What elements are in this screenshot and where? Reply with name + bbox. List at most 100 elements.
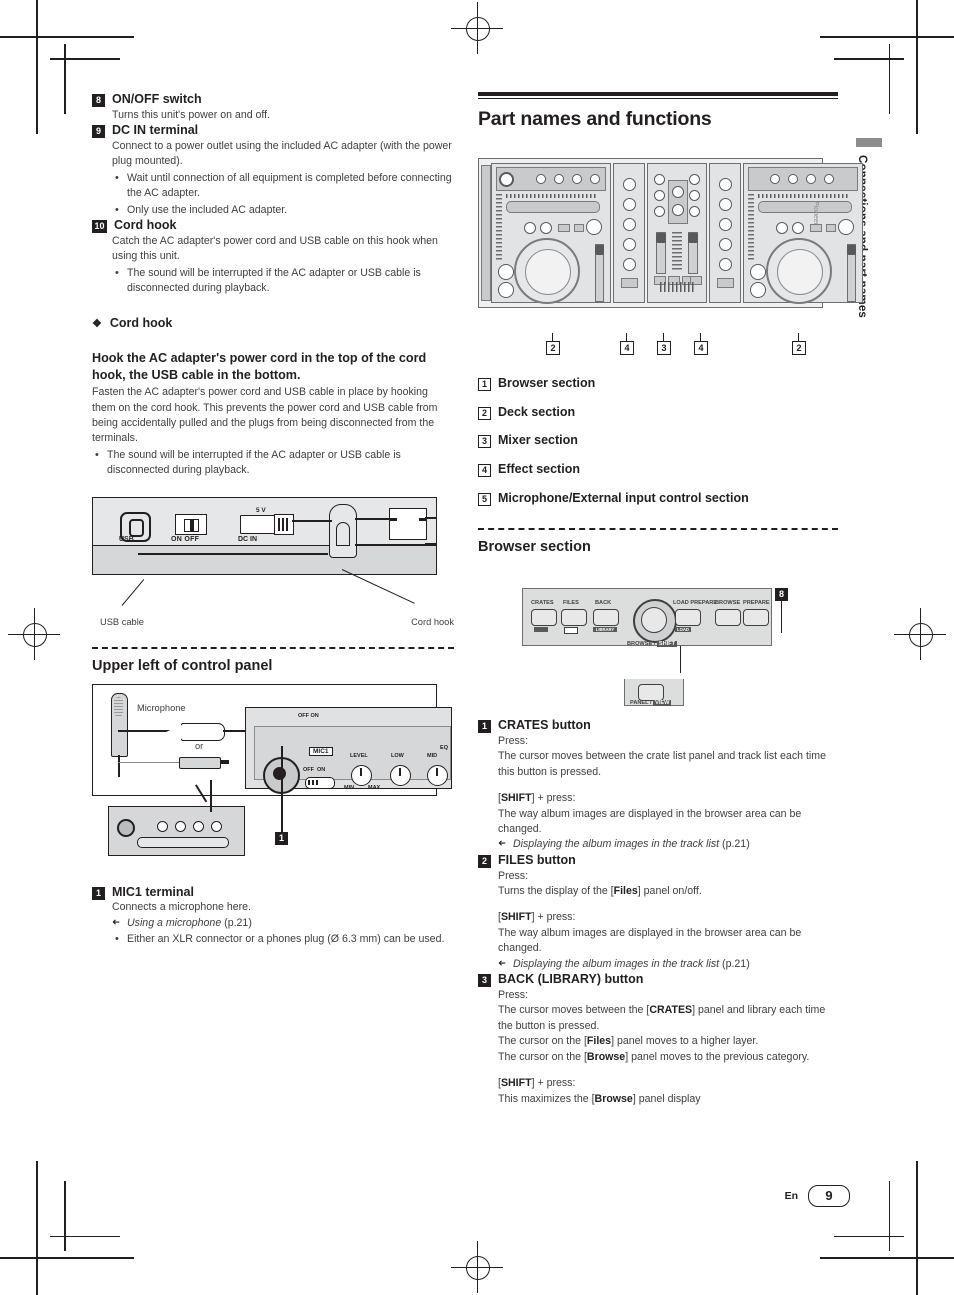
section-badge: 5: [478, 492, 491, 506]
mixer-knob: [654, 206, 665, 217]
unit-overview-diagram: 5 1 5: [478, 158, 863, 355]
crop-mark-tr-v: [916, 0, 918, 134]
shift-label: [SHIFT] + press:: [498, 1077, 576, 1090]
files-button[interactable]: [561, 609, 587, 627]
effect-button: [621, 278, 638, 288]
callout-leader-v: [781, 601, 783, 634]
registration-mark-bottom: [451, 1241, 503, 1293]
registration-mark-right: [894, 608, 946, 660]
power-cord-line: [292, 519, 332, 522]
back-button[interactable]: [593, 609, 619, 627]
cross-reference: Using a microphone (p.21): [112, 916, 454, 931]
section-label: Effect section: [498, 461, 580, 476]
shift-label: [SHIFT] + press:: [498, 792, 576, 805]
tempo-fader-left: [595, 244, 604, 302]
browser-button-descriptions: 1 CRATES button Press: The cursor moves …: [478, 718, 838, 1107]
xlr-connector-icon: [166, 722, 225, 741]
cross-reference: Displaying the album images in the track…: [498, 837, 838, 852]
crossfader: [660, 282, 694, 292]
button-desc-crates: 1 CRATES button Press: The cursor moves …: [478, 718, 838, 853]
page-footer: En 9: [0, 1185, 954, 1207]
item-title: MIC1 terminal: [112, 884, 194, 899]
off-on-switch-label: OFF ON: [298, 712, 319, 719]
dc-strain-relief: [274, 513, 294, 535]
usb-label: USB: [119, 535, 134, 543]
item-title: BACK (LIBRARY) button: [498, 972, 644, 987]
cue-button: [750, 282, 766, 298]
crop-mark-tl-v2: [64, 44, 66, 114]
mic-connection-illustration: Microphone or OFF ON MIC1 OFF ON LEVEL M…: [92, 683, 452, 796]
callout-leader-v: [210, 779, 212, 812]
files-sub-indicator: [564, 627, 578, 635]
knob: [776, 222, 788, 234]
deck-section-left: [491, 163, 611, 304]
knob: [572, 174, 582, 184]
section-label: Mixer section: [498, 433, 578, 448]
mini-jack-icon: [117, 818, 135, 837]
knob: [524, 222, 536, 234]
microphone-label: Microphone: [137, 702, 186, 713]
crop-mark-tr-h: [820, 36, 954, 38]
bullet: Wait until connection of all equipment i…: [112, 170, 454, 202]
section-badge: 3: [478, 435, 491, 449]
item-text: Connect to a power outlet using the incl…: [112, 139, 452, 168]
dc-plug: [240, 514, 276, 534]
brand-logo: Pioneer: [812, 201, 819, 226]
unit-callout-bottom-2b: 2: [792, 341, 806, 355]
mixer-knob: [689, 174, 700, 185]
section-list-item: 3 Mixer section: [478, 433, 838, 449]
level-label: LEVEL: [350, 752, 368, 759]
shift-label: [SHIFT] + press:: [498, 911, 576, 924]
divider-dashed: [92, 646, 454, 649]
effect-knob: [719, 198, 732, 211]
files-button-label: FILES: [563, 600, 579, 607]
phones-plug-icon: [179, 756, 229, 769]
panel-label-text: PANEL /: [630, 700, 652, 707]
voltage-label: 5 V: [256, 506, 266, 514]
lead-bullets: The sound will be interrupted if the AC …: [92, 447, 454, 479]
page-number: 9: [808, 1185, 850, 1207]
press-text: Turns the display of the [Files] panel o…: [498, 885, 702, 897]
power-switch-icon: [175, 513, 207, 535]
browse-button[interactable]: [715, 609, 741, 627]
item-badge: 3: [478, 974, 491, 988]
usb-cable-line: [138, 552, 328, 555]
mic-control-strip-right: [748, 167, 858, 191]
effect-knob: [623, 258, 636, 271]
mic-cable: [118, 761, 180, 764]
callout-leader-v: [798, 333, 800, 341]
bullet: Only use the included AC adapter.: [112, 201, 454, 218]
diamond-icon: ❖: [92, 317, 102, 330]
crates-button[interactable]: [531, 609, 557, 627]
section-list: 1 Browser section 2 Deck section 3 Mixer…: [478, 376, 838, 506]
cross-reference: Displaying the album images in the track…: [498, 957, 838, 972]
side-tab-bar: [856, 138, 882, 147]
callout-leader-v: [663, 333, 665, 341]
panel-view-button[interactable]: [638, 684, 664, 702]
prepare-button[interactable]: [743, 609, 769, 627]
button: [574, 224, 584, 232]
mixer-knob: [654, 174, 665, 185]
effect-knob: [719, 218, 732, 231]
item-title: CRATES button: [498, 718, 591, 733]
unit-callout-bottom-4a: 4: [620, 341, 634, 355]
mini-knob: [157, 820, 168, 832]
control-panel-illustration: OFF ON MIC1 OFF ON LEVEL MIN MAX LOW MID: [245, 706, 452, 794]
cross-reference-title: Displaying the album images in the track…: [513, 957, 720, 970]
display-strip: [506, 194, 598, 198]
registration-mark-left: [8, 608, 60, 660]
browse-rotary-selector[interactable]: [633, 599, 677, 644]
unit-callout-bottom-2a: 2: [546, 341, 560, 355]
back-button-label: BACK: [595, 600, 612, 607]
item-text: Turns this unit's power on and off.: [112, 108, 271, 121]
effect-knob: [719, 178, 732, 191]
item-badge: 2: [478, 854, 491, 868]
item-bullets: Wait until connection of all equipment i…: [112, 170, 454, 218]
ac-adapter-block: [389, 507, 427, 540]
knob: [824, 174, 834, 184]
press-text: The cursor moves between the crate list …: [498, 750, 826, 778]
master-knob: [672, 204, 684, 216]
cross-reference-page: (p.21): [722, 957, 750, 970]
load-prepare-button[interactable]: [675, 609, 701, 627]
load-prepare-button-label: LOAD PREPARE: [673, 600, 718, 607]
